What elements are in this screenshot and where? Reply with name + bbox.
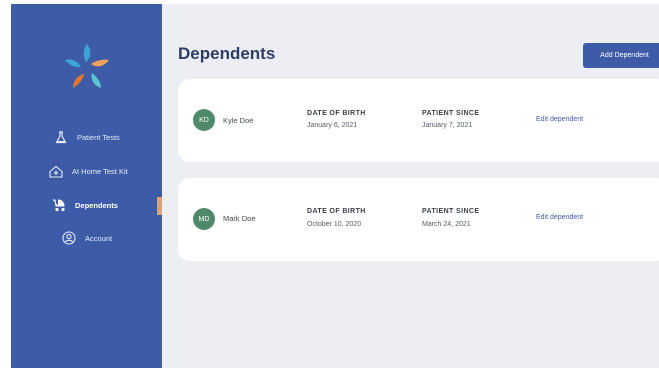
sidebar-item-at-home-test-kit[interactable]: At Home Test Kit bbox=[11, 159, 162, 183]
avatar: MD bbox=[193, 208, 215, 230]
dob-label: DATE OF BIRTH bbox=[307, 208, 366, 215]
sidebar-item-dependents[interactable]: Dependents bbox=[11, 193, 162, 217]
sidebar-item-label: Account bbox=[85, 233, 113, 243]
sidebar-item-account[interactable]: Account bbox=[11, 226, 162, 250]
dob-label: DATE OF BIRTH bbox=[307, 110, 366, 117]
dob-value: January 6, 2021 bbox=[307, 122, 358, 129]
sidebar-item-patient-tests[interactable]: Patient Tests bbox=[11, 125, 162, 149]
dependent-name: Kyle Doe bbox=[223, 116, 254, 125]
dependent-card: KD Kyle Doe DATE OF BIRTH January 6, 202… bbox=[178, 79, 659, 162]
sidebar: Patient Tests At Home Test Kit Dependent… bbox=[11, 4, 162, 368]
patient-since-value: March 24, 2021 bbox=[422, 221, 471, 228]
sidebar-item-label: Dependents bbox=[75, 200, 118, 210]
brand-logo bbox=[59, 40, 115, 96]
home-plus-icon bbox=[48, 163, 64, 179]
flask-icon bbox=[53, 129, 69, 145]
user-circle-icon bbox=[61, 230, 77, 246]
main-content: Dependents Add Dependent KD Kyle Doe DAT… bbox=[162, 4, 659, 368]
page-title: Dependents bbox=[178, 44, 276, 63]
patient-since-label: PATIENT SINCE bbox=[422, 208, 480, 215]
avatar: KD bbox=[193, 109, 215, 131]
dependent-name: Mark Doe bbox=[223, 214, 256, 223]
patient-since-value: January 7, 2021 bbox=[422, 122, 473, 129]
edit-dependent-link[interactable]: Edit dependent bbox=[536, 214, 583, 221]
sidebar-item-label: At Home Test Kit bbox=[72, 166, 128, 176]
sidebar-item-label: Patient Tests bbox=[77, 132, 120, 142]
stroller-icon bbox=[51, 197, 67, 213]
dependent-card: MD Mark Doe DATE OF BIRTH October 10, 20… bbox=[178, 178, 659, 261]
edit-dependent-link[interactable]: Edit dependent bbox=[536, 116, 583, 123]
patient-since-label: PATIENT SINCE bbox=[422, 110, 480, 117]
add-dependent-button[interactable]: Add Dependent bbox=[583, 43, 659, 68]
dob-value: October 10, 2020 bbox=[307, 221, 362, 228]
app-window: Patient Tests At Home Test Kit Dependent… bbox=[11, 4, 659, 368]
